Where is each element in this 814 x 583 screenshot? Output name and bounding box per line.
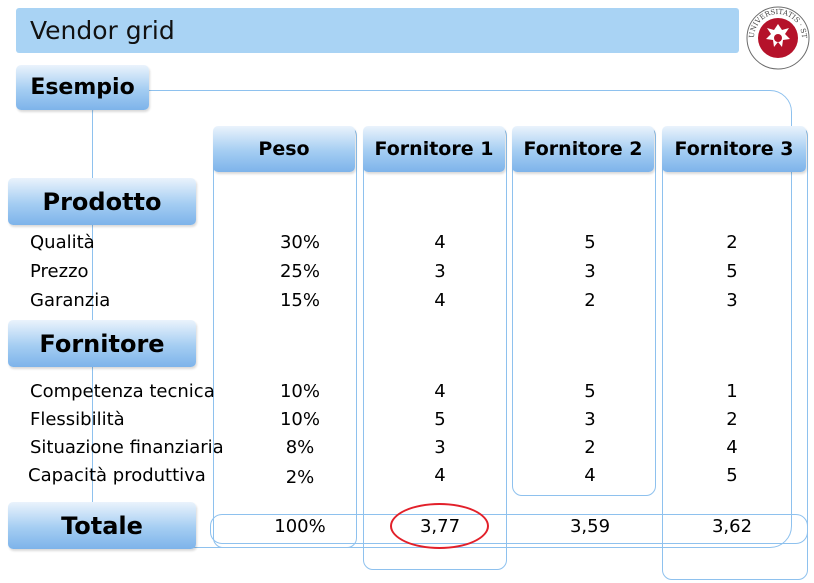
totale-weight: 100% (274, 516, 326, 537)
score-fornitore-2: 3 (584, 409, 596, 430)
totale-fornitore-2: 3,59 (569, 516, 611, 537)
highlight-circle (390, 503, 489, 549)
totale-tab: Totale (8, 502, 196, 549)
header-fornitore-2-label: Fornitore 2 (523, 138, 643, 160)
slide-title-bar: Vendor grid (16, 8, 739, 53)
criterion-weight: 25% (279, 261, 320, 282)
university-seal-logo: UNIVERSITATIS · STUDIORUM (745, 0, 810, 70)
score-fornitore-3: 5 (726, 465, 738, 486)
score-fornitore-3: 5 (726, 261, 738, 282)
score-fornitore-1: 4 (434, 232, 446, 253)
header-fornitore-1: Fornitore 1 (363, 126, 505, 172)
criterion-name: Situazione finanziaria (30, 437, 224, 458)
group-tab-prodotto: Prodotto (8, 178, 196, 225)
score-fornitore-2: 2 (584, 290, 596, 311)
criterion-name: Competenza tecnica (30, 381, 215, 402)
score-fornitore-1: 3 (434, 437, 446, 458)
criterion-weight: 15% (279, 290, 320, 311)
score-fornitore-1: 5 (434, 409, 446, 430)
slide-title: Vendor grid (30, 16, 175, 45)
group-prodotto-label: Prodotto (42, 187, 162, 216)
header-fornitore-3-label: Fornitore 3 (674, 138, 794, 160)
section-tab-esempio: Esempio (16, 65, 149, 110)
section-label: Esempio (30, 75, 135, 100)
criterion-name: Prezzo (30, 261, 89, 282)
score-fornitore-2: 3 (584, 261, 596, 282)
score-fornitore-3: 4 (726, 437, 738, 458)
criterion-name: Flessibilità (30, 409, 125, 430)
score-fornitore-2: 5 (584, 381, 596, 402)
totale-label: Totale (61, 511, 143, 540)
score-fornitore-3: 2 (726, 232, 738, 253)
col-fornitore3-frame (662, 126, 808, 580)
group-fornitore-label: Fornitore (39, 329, 165, 358)
criterion-name: Capacità produttiva (28, 465, 206, 486)
header-fornitore-3: Fornitore 3 (662, 126, 806, 172)
score-fornitore-1: 4 (434, 290, 446, 311)
score-fornitore-1: 3 (434, 261, 446, 282)
criterion-name: Qualità (30, 232, 95, 253)
criterion-weight: 10% (279, 409, 320, 430)
criterion-weight: 30% (279, 232, 320, 253)
header-fornitore-2: Fornitore 2 (512, 126, 654, 172)
score-fornitore-3: 2 (726, 409, 738, 430)
header-fornitore-1-label: Fornitore 1 (374, 138, 494, 160)
score-fornitore-3: 1 (726, 381, 738, 402)
header-peso-label: Peso (258, 138, 310, 160)
criterion-name: Garanzia (30, 290, 111, 311)
totale-fornitore-3: 3,62 (711, 516, 753, 537)
group-tab-fornitore: Fornitore (8, 320, 196, 367)
criterion-weight: 10% (279, 381, 320, 402)
score-fornitore-2: 5 (584, 232, 596, 253)
score-fornitore-1: 4 (434, 381, 446, 402)
score-fornitore-2: 4 (584, 465, 596, 486)
score-fornitore-1: 4 (434, 465, 446, 486)
score-fornitore-3: 3 (726, 290, 738, 311)
criterion-weight: 8% (285, 437, 315, 458)
score-fornitore-2: 2 (584, 437, 596, 458)
header-peso: Peso (213, 126, 355, 172)
criterion-weight: 2% (285, 467, 315, 488)
